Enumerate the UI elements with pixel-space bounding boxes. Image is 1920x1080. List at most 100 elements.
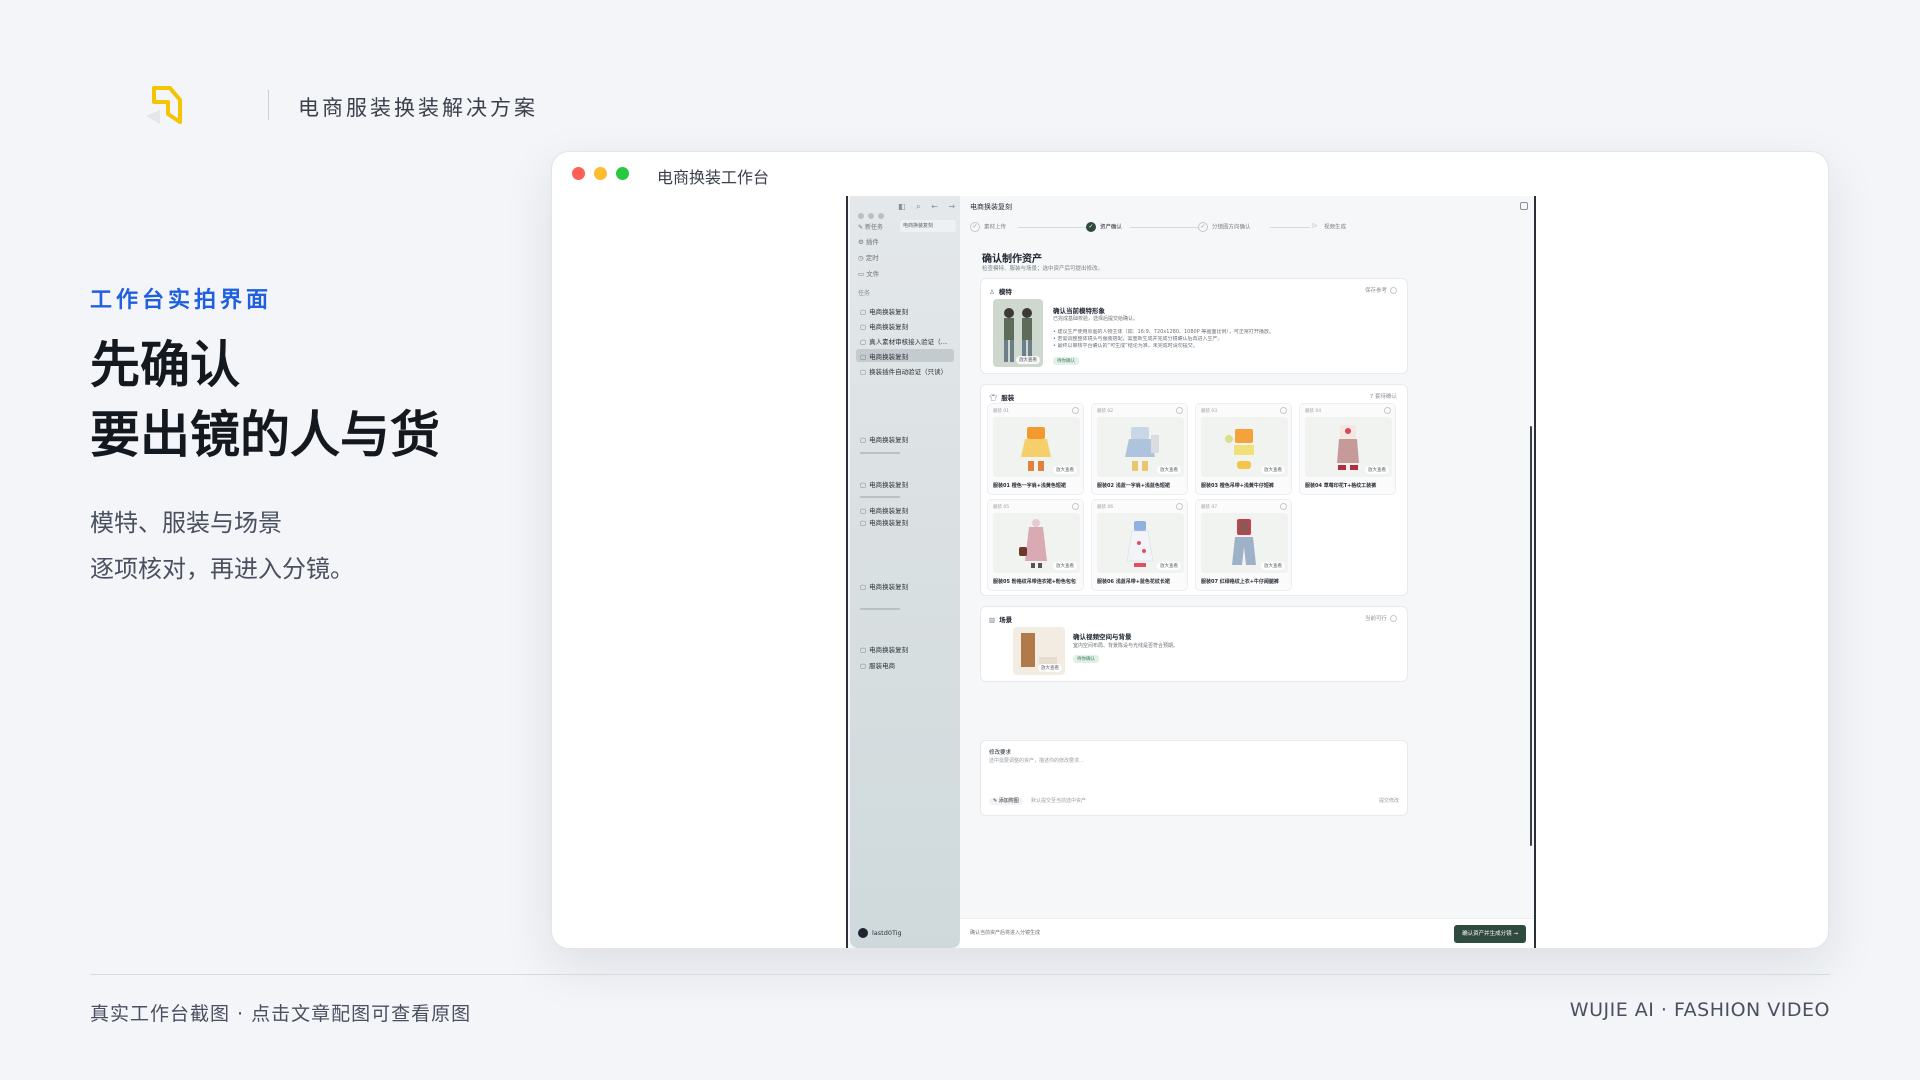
garment-card[interactable]: 服装 04 放大查看 服装04 草莓印花T+格纹工装裤 — [1299, 403, 1396, 495]
person-icon: ♙ — [989, 288, 995, 296]
panel-toggle-icon[interactable] — [1520, 202, 1528, 210]
enlarge-button[interactable]: 放大查看 — [1157, 466, 1181, 474]
card-title-text: 场景 — [999, 616, 1013, 624]
app-main: 电商换装复刻 ✓ 素材上传 ✓ 资产确认 ✓ 分镜图方向确认 ▷ 视频生成 确认制作资产… — [960, 196, 1534, 948]
status-badge: 待你确认 — [1053, 357, 1079, 365]
headline-line-2: 要出镜的人与货 — [90, 406, 440, 464]
enlarge-button[interactable]: 放大查看 — [1261, 562, 1285, 570]
model-card[interactable]: ♙ 模特 保存参考 放大查看 确认当前模特形象 已完成基础校验，选择后提交给确认。… — [980, 278, 1408, 374]
enlarge-button[interactable]: 放大查看 — [1053, 562, 1077, 570]
enlarge-button[interactable]: 放大查看 — [1365, 466, 1389, 474]
card-title-text: 服装 — [1001, 394, 1015, 402]
sidebar-task-item[interactable]: ▢ 电商换装复刻 — [856, 304, 954, 317]
model-heading: 确认当前模特形象 — [1053, 307, 1105, 315]
status-badge: 待你确认 — [1073, 655, 1099, 663]
sidebar-user[interactable]: lastd0Tig — [858, 928, 902, 938]
attach-image-button[interactable]: ✎ 添加附图 — [989, 798, 1023, 805]
enlarge-button[interactable]: 放大查看 — [1053, 466, 1077, 474]
step-upload[interactable]: ✓ 素材上传 — [970, 222, 1006, 232]
sidebar-task-item[interactable]: ▢ 服装电商 — [856, 658, 954, 671]
brand-logo-icon — [146, 86, 182, 124]
sidebar-new-task-label: 新任务 — [864, 224, 883, 231]
sidebar-task-item-active[interactable]: ▢ 电商换装复刻 — [856, 349, 954, 362]
sidebar-task-item[interactable]: ▢ 电商换装复刻 — [856, 579, 954, 592]
enlarge-button[interactable]: 放大查看 — [1016, 356, 1040, 364]
sidebar-task-item[interactable]: ▢ 电商换装复刻 — [856, 477, 954, 490]
enlarge-button[interactable]: 放大查看 — [1157, 562, 1181, 570]
sidebar-task-item[interactable]: ▢ 电商换装复刻 — [856, 432, 954, 445]
check-icon: ✓ — [970, 222, 980, 232]
select-radio[interactable] — [1072, 407, 1079, 414]
sidebar-new-task[interactable]: ✎ 新任务 — [858, 222, 883, 231]
step-label: 素材上传 — [984, 224, 1007, 231]
image-icon: ▨ — [989, 616, 996, 624]
garment-card[interactable]: 服装 05 放大查看 服装05 粉格纹吊带连衣裙+粉色包包 — [987, 499, 1084, 591]
select-radio[interactable] — [1384, 407, 1391, 414]
scene-thumbnail[interactable]: 放大查看 — [1013, 627, 1065, 675]
scene-card[interactable]: ▨ 场景 当前可行 放大查看 确认视频空间与背景 室内空间布局、背景陈设与光线是否… — [980, 606, 1408, 682]
workbench-screenshot: ◧ ⌕ ← → ✎ 新任务 电商换装复刻 ⚙ 插件 ◷ 定时 ▭ 文件 任务 ▢… — [846, 196, 1536, 948]
window-maximize-button[interactable] — [616, 167, 629, 180]
sidebar-task-label: 真人素材审核接入验证（… — [869, 338, 948, 346]
model-card-action[interactable]: 保存参考 — [1365, 286, 1397, 294]
model-bullet-text: 若需调整整体镜头与服装搭配，需重新生成并完成分镜确认后再进入生产。 — [1057, 336, 1223, 342]
model-thumbnail[interactable]: 放大查看 — [993, 299, 1043, 367]
step-storyboard[interactable]: ✓ 分镜图方向确认 — [1198, 222, 1251, 232]
revise-input[interactable]: 选中需要调整的资产，描述你的修改要求… — [989, 758, 1084, 765]
sidebar-nav-files[interactable]: ▭ 文件 — [858, 268, 879, 278]
sidebar-nav-plugins[interactable]: ⚙ 插件 — [858, 236, 879, 246]
sidebar-nav-schedule[interactable]: ◷ 定时 — [858, 252, 879, 262]
enlarge-button[interactable]: 放大查看 — [1261, 466, 1285, 474]
garment-number: 服装 07 — [1201, 505, 1218, 510]
footer-caption: 真实工作台截图 · 点击文章配图可查看原图 — [90, 1003, 472, 1025]
enlarge-button[interactable]: 放大查看 — [1038, 664, 1062, 672]
garment-label: 服装01 橙色一字肩+浅黄色短裙 — [993, 483, 1066, 489]
submit-revise-button[interactable]: 提交修改 — [1379, 798, 1399, 805]
attach-label: 添加附图 — [998, 798, 1019, 804]
garment-card[interactable]: 服装 03 放大查看 服装03 橙色吊带+浅黄牛仔短裤 — [1195, 403, 1292, 495]
step-connector — [1270, 227, 1310, 228]
bottom-hint: 确认当前资产后将进入分镜生成 — [970, 930, 1041, 936]
garment-card[interactable]: 服装 06 放大查看 服装06 浅蓝吊带+蓝色花纹长裙 — [1091, 499, 1188, 591]
select-radio[interactable] — [1390, 615, 1397, 622]
sidebar-task-item[interactable]: ▢ 电商换装复刻 — [856, 319, 954, 332]
step-video[interactable]: ▷ 视频生成 — [1310, 222, 1346, 232]
select-radio[interactable] — [1176, 503, 1183, 510]
sidebar-task-item[interactable]: ▢ 电商换装复刻 — [856, 515, 954, 528]
garment-label: 服装05 粉格纹吊带连衣裙+粉色包包 — [993, 579, 1076, 585]
garment-number: 服装 02 — [1097, 409, 1114, 414]
sidebar-toolbar-icons[interactable]: ◧ ⌕ ← → — [898, 202, 959, 212]
scene-card-action[interactable]: 当前可行 — [1365, 614, 1397, 622]
select-radio[interactable] — [1072, 503, 1079, 510]
select-radio[interactable] — [1280, 407, 1287, 414]
window-minimize-button[interactable] — [594, 167, 607, 180]
garment-number: 服装 05 — [993, 505, 1010, 510]
sidebar-faint-item — [860, 496, 900, 498]
garment-label: 服装02 浅蓝一字肩+浅蓝色短裙 — [1097, 483, 1170, 489]
select-radio[interactable] — [1390, 287, 1397, 294]
sidebar-active-tab[interactable]: 电商换装复刻 — [900, 220, 956, 232]
scrollbar[interactable] — [1530, 426, 1532, 846]
sidebar-task-label: 换装插件自动验证（只读） — [869, 368, 948, 376]
card-action-label: 保存参考 — [1364, 288, 1387, 294]
model-desc: 已完成基础校验，选择后提交给确认。 — [1053, 316, 1139, 322]
garment-card[interactable]: 服装 01 放大查看 服装01 橙色一字肩+浅黄色短裙 — [987, 403, 1084, 495]
confirm-assets-button[interactable]: 确认资产并生成分镜 → — [1454, 925, 1526, 943]
sidebar-task-item[interactable]: ▢ 换装插件自动验证（只读） — [856, 364, 954, 377]
scene-heading: 确认视频空间与背景 — [1073, 633, 1132, 641]
sidebar-task-label: 电商换装复刻 — [869, 353, 909, 361]
scene-card-title: ▨ 场景 — [989, 614, 1012, 624]
sidebar-faint-item — [860, 608, 900, 610]
sidebar-task-item[interactable]: ▢ 真人素材审核接入验证（… — [856, 334, 954, 347]
step-asset-confirm[interactable]: ✓ 资产确认 — [1086, 222, 1122, 232]
garment-label: 服装07 红绿格纹上衣+牛仔阔腿裤 — [1201, 579, 1279, 585]
select-radio[interactable] — [1280, 503, 1287, 510]
sidebar-task-item[interactable]: ▢ 电商换装复刻 — [856, 642, 954, 655]
garment-label: 服装06 浅蓝吊带+蓝色花纹长裙 — [1097, 579, 1170, 585]
select-radio[interactable] — [1176, 407, 1183, 414]
garment-card[interactable]: 服装 07 放大查看 服装07 红绿格纹上衣+牛仔阔腿裤 — [1195, 499, 1292, 591]
window-titlebar: 电商换装工作台 — [552, 152, 1828, 196]
window-close-button[interactable] — [572, 167, 585, 180]
garment-card[interactable]: 服装 02 放大查看 服装02 浅蓝一字肩+浅蓝色短裙 — [1091, 403, 1188, 495]
garment-image: 放大查看 — [1201, 417, 1288, 477]
